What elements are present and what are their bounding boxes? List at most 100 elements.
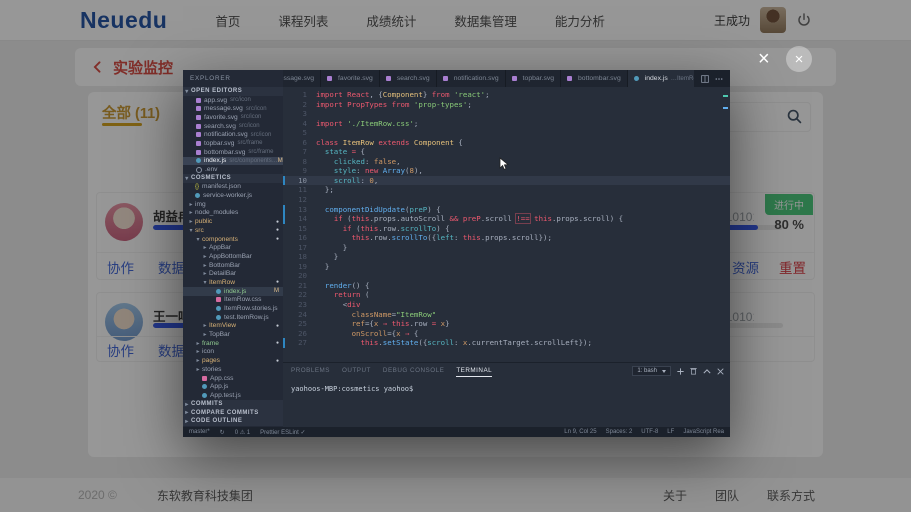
terminal-shell-select[interactable]: 1: bash (632, 366, 671, 376)
js-file-icon (196, 158, 201, 163)
open-editor-.env[interactable]: .env (183, 165, 283, 174)
new-terminal-icon[interactable] (677, 368, 684, 375)
project-root-header[interactable]: ▾COSMETICS (183, 174, 283, 183)
git-change-dot: ● (276, 219, 283, 225)
open-editor-index.js[interactable]: index.jssrc/components…M (183, 157, 283, 166)
file-ItemRow.stories.js[interactable]: ItemRow.stories.js (183, 304, 283, 313)
item-name: ItemRow.stories.js (224, 305, 278, 312)
section-code-outline[interactable]: ▸CODE OUTLINE (183, 417, 283, 426)
open-editor-app.svg[interactable]: app.svgsrc/icon (183, 96, 283, 105)
editor-tab-index.js[interactable]: index.js…ItemRow× (628, 70, 694, 87)
terminal-prompt[interactable]: yaohoos-MBP:cosmetics yaohoo$ (283, 377, 730, 393)
js-file-icon (634, 76, 639, 81)
open-editor-message.svg[interactable]: message.svgsrc/icon (183, 104, 283, 113)
item-name: App.js (210, 383, 228, 390)
status-item[interactable]: Spaces: 2 (606, 429, 633, 435)
open-editor-bottombar.svg[interactable]: bottombar.svgsrc/frame (183, 148, 283, 157)
folder-stories[interactable]: ▸stories (183, 365, 283, 374)
kill-terminal-icon[interactable] (690, 367, 697, 375)
file-path: src/frame (237, 140, 262, 146)
panel-tab-problems[interactable]: PROBLEMS (291, 367, 330, 377)
editor-tab-bottombar.svg[interactable]: bottombar.svg (561, 70, 628, 87)
file-name: index.js (204, 157, 226, 164)
modal-close-icon[interactable]: × (752, 47, 776, 71)
status-item[interactable]: Prettier ESLint ✓ (260, 429, 305, 436)
terminal-shell-label: 1: bash (637, 368, 657, 374)
folder-ItemView[interactable]: ▸ItemView● (183, 322, 283, 331)
open-editor-search.svg[interactable]: search.svgsrc/icon (183, 122, 283, 131)
status-item[interactable]: 0 ⚠ 1 (235, 429, 250, 436)
folder-public[interactable]: ▸public● (183, 217, 283, 226)
code-line: 26 onScroll={x ⇒ { (283, 329, 730, 339)
panel-tab-terminal[interactable]: TERMINAL (456, 367, 492, 377)
status-item[interactable]: JavaScript Rea (683, 429, 724, 435)
editor-tab-message.svg[interactable]: message.svg (283, 70, 321, 87)
folder-img[interactable]: ▸img (183, 200, 283, 209)
editor-tab-notification.svg[interactable]: notification.svg (437, 70, 506, 87)
scrollbar-mark (723, 95, 728, 97)
file-ItemRow.css[interactable]: ItemRow.css (183, 296, 283, 305)
status-bar: master* ↻ 0 ⚠ 1 Prettier ESLint ✓ Ln 9, Col… (183, 427, 730, 437)
folder-ItemRow[interactable]: ▾ItemRow● (183, 278, 283, 287)
panel-tab-debug-console[interactable]: DEBUG CONSOLE (383, 367, 444, 377)
tab-label: message.svg (283, 75, 314, 82)
status-item[interactable]: LF (667, 429, 674, 435)
editor-tab-search.svg[interactable]: search.svg (380, 70, 437, 87)
git-modified-badge: M (274, 288, 283, 294)
close-panel-icon[interactable] (717, 368, 724, 375)
git-change-dot: ● (276, 323, 283, 329)
item-name: icon (202, 348, 214, 355)
folder-TopBar[interactable]: ▸TopBar (183, 330, 283, 339)
file-test.ItemRow.js[interactable]: test.ItemRow.js (183, 313, 283, 322)
modal-close-circle-icon[interactable]: × (786, 46, 812, 72)
folder-DetailBar[interactable]: ▸DetailBar (183, 269, 283, 278)
folder-pages[interactable]: ▸pages● (183, 356, 283, 365)
svg-file-icon (196, 141, 201, 146)
folder-AppBottomBar[interactable]: ▸AppBottomBar (183, 252, 283, 261)
file-manifest.json[interactable]: {}manifest.json (183, 183, 283, 192)
line-number: 2 (283, 100, 316, 110)
code-line: 18 } (283, 252, 730, 262)
folder-BottomBar[interactable]: ▸BottomBar (183, 261, 283, 270)
editor-tab-topbar.svg[interactable]: topbar.svg (506, 70, 561, 87)
section-compare-commits[interactable]: ▸COMPARE COMMITS (183, 408, 283, 417)
editor-tab-favorite.svg[interactable]: favorite.svg (321, 70, 380, 87)
split-editor-icon[interactable] (701, 75, 709, 83)
panel-tab-output[interactable]: OUTPUT (342, 367, 371, 377)
folder-icon[interactable]: ▸icon (183, 348, 283, 357)
file-App.css[interactable]: App.css (183, 374, 283, 383)
code-line: 3 (283, 109, 730, 119)
folder-nodemodules[interactable]: ▸node_modules (183, 209, 283, 218)
item-name: components (202, 236, 238, 243)
file-serviceworker.js[interactable]: service-worker.js (183, 191, 283, 200)
code-text: import './ItemRow.css'; (316, 119, 418, 129)
maximize-panel-icon[interactable] (703, 368, 711, 375)
section-commits[interactable]: ▸COMMITS (183, 400, 283, 409)
folder-frame[interactable]: ▸frame● (183, 339, 283, 348)
file-index.js[interactable]: index.jsM (183, 287, 283, 296)
status-item[interactable]: UTF-8 (641, 429, 658, 435)
file-App.js[interactable]: App.js (183, 382, 283, 391)
twisty-icon: ▸ (183, 409, 191, 416)
code-editor[interactable]: 1import React, {Component} from 'react';… (283, 87, 730, 365)
line-number: 22 (283, 290, 316, 300)
more-actions-icon[interactable] (715, 75, 723, 83)
status-item[interactable]: master* (189, 429, 210, 436)
file-App.test.js[interactable]: App.test.js (183, 391, 283, 400)
item-name: AppBottomBar (209, 253, 252, 260)
open-editor-topbar.svg[interactable]: topbar.svgsrc/frame (183, 139, 283, 148)
git-change-dot: ● (276, 279, 283, 285)
open-editor-notification.svg[interactable]: notification.svgsrc/icon (183, 130, 283, 139)
status-item[interactable]: Ln 9, Col 25 (564, 429, 596, 435)
item-name: node_modules (195, 209, 238, 216)
folder-AppBar[interactable]: ▸AppBar (183, 243, 283, 252)
file-name: app.svg (204, 97, 227, 104)
open-editor-favorite.svg[interactable]: favorite.svgsrc/icon (183, 113, 283, 122)
code-line: 2import PropTypes from 'prop-types'; (283, 100, 730, 110)
open-editors-header[interactable]: ▾OPEN EDITORS (183, 87, 283, 96)
folder-src[interactable]: ▾src● (183, 226, 283, 235)
line-number: 12 (283, 195, 316, 205)
folder-components[interactable]: ▾components● (183, 235, 283, 244)
status-item[interactable]: ↻ (220, 429, 225, 436)
twisty-icon: ▾ (194, 236, 202, 243)
